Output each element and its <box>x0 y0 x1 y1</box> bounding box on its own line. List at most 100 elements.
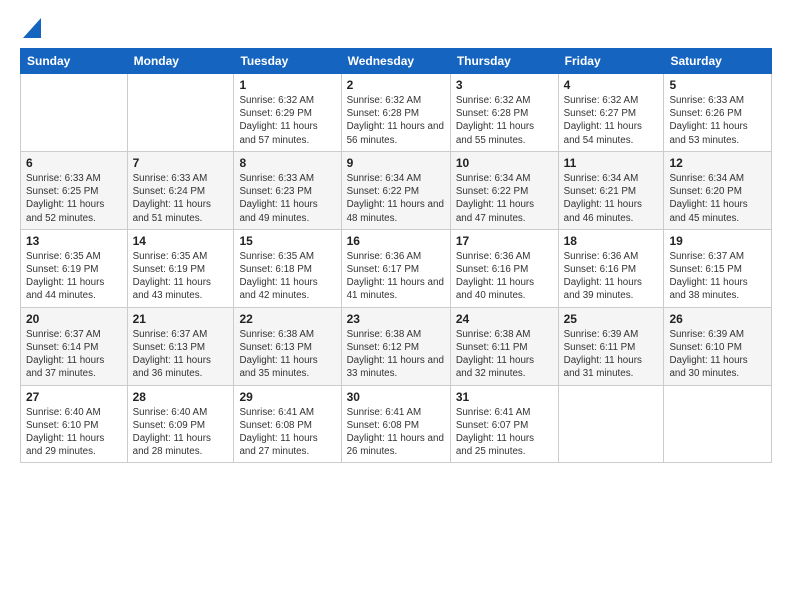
day-info: Sunrise: 6:41 AM Sunset: 6:08 PM Dayligh… <box>347 406 445 459</box>
day-number: 28 <box>133 390 229 404</box>
day-info: Sunrise: 6:40 AM Sunset: 6:09 PM Dayligh… <box>133 406 229 459</box>
day-cell: 1 Sunrise: 6:32 AM Sunset: 6:29 PM Daylig… <box>234 74 341 152</box>
day-cell: 23 Sunrise: 6:38 AM Sunset: 6:12 PM Dayli… <box>341 307 450 385</box>
day-number: 29 <box>239 390 335 404</box>
logo-icon <box>23 18 41 38</box>
day-info: Sunrise: 6:33 AM Sunset: 6:25 PM Dayligh… <box>26 172 122 225</box>
day-info: Sunrise: 6:41 AM Sunset: 6:07 PM Dayligh… <box>456 406 553 459</box>
day-number: 19 <box>669 234 766 248</box>
day-cell: 8 Sunrise: 6:33 AM Sunset: 6:23 PM Daylig… <box>234 151 341 229</box>
day-cell: 15 Sunrise: 6:35 AM Sunset: 6:18 PM Dayli… <box>234 229 341 307</box>
day-info: Sunrise: 6:34 AM Sunset: 6:21 PM Dayligh… <box>564 172 659 225</box>
day-number: 15 <box>239 234 335 248</box>
day-number: 9 <box>347 156 445 170</box>
day-info: Sunrise: 6:33 AM Sunset: 6:24 PM Dayligh… <box>133 172 229 225</box>
day-cell: 7 Sunrise: 6:33 AM Sunset: 6:24 PM Daylig… <box>127 151 234 229</box>
week-row-2: 6Sunrise: 6:33 AM Sunset: 6:25 PM Daylig… <box>21 151 772 229</box>
day-cell: 18Sunrise: 6:36 AM Sunset: 6:16 PM Dayli… <box>558 229 664 307</box>
day-cell: 21Sunrise: 6:37 AM Sunset: 6:13 PM Dayli… <box>127 307 234 385</box>
header <box>20 18 772 38</box>
week-row-5: 27 Sunrise: 6:40 AM Sunset: 6:10 PM Dayli… <box>21 385 772 463</box>
weekday-header-wednesday: Wednesday <box>341 49 450 74</box>
day-info: Sunrise: 6:36 AM Sunset: 6:17 PM Dayligh… <box>347 250 445 303</box>
weekday-header-sunday: Sunday <box>21 49 128 74</box>
day-number: 7 <box>133 156 229 170</box>
day-number: 17 <box>456 234 553 248</box>
weekday-header-saturday: Saturday <box>664 49 772 74</box>
day-number: 24 <box>456 312 553 326</box>
day-number: 26 <box>669 312 766 326</box>
day-number: 23 <box>347 312 445 326</box>
day-number: 21 <box>133 312 229 326</box>
day-number: 22 <box>239 312 335 326</box>
weekday-header-friday: Friday <box>558 49 664 74</box>
day-number: 8 <box>239 156 335 170</box>
day-info: Sunrise: 6:36 AM Sunset: 6:16 PM Dayligh… <box>456 250 553 303</box>
day-cell: 26 Sunrise: 6:39 AM Sunset: 6:10 PM Dayli… <box>664 307 772 385</box>
day-cell: 24 Sunrise: 6:38 AM Sunset: 6:11 PM Dayli… <box>450 307 558 385</box>
week-row-1: 1 Sunrise: 6:32 AM Sunset: 6:29 PM Daylig… <box>21 74 772 152</box>
day-info: Sunrise: 6:38 AM Sunset: 6:12 PM Dayligh… <box>347 328 445 381</box>
day-cell: 2 Sunrise: 6:32 AM Sunset: 6:28 PM Daylig… <box>341 74 450 152</box>
calendar-table: SundayMondayTuesdayWednesdayThursdayFrid… <box>20 48 772 463</box>
day-cell: 20Sunrise: 6:37 AM Sunset: 6:14 PM Dayli… <box>21 307 128 385</box>
day-cell: 9 Sunrise: 6:34 AM Sunset: 6:22 PM Daylig… <box>341 151 450 229</box>
day-number: 31 <box>456 390 553 404</box>
day-info: Sunrise: 6:39 AM Sunset: 6:10 PM Dayligh… <box>669 328 766 381</box>
day-info: Sunrise: 6:32 AM Sunset: 6:28 PM Dayligh… <box>456 94 553 147</box>
day-info: Sunrise: 6:34 AM Sunset: 6:20 PM Dayligh… <box>669 172 766 225</box>
day-number: 13 <box>26 234 122 248</box>
day-number: 1 <box>239 78 335 92</box>
page: SundayMondayTuesdayWednesdayThursdayFrid… <box>0 0 792 612</box>
day-info: Sunrise: 6:39 AM Sunset: 6:11 PM Dayligh… <box>564 328 659 381</box>
day-cell: 19 Sunrise: 6:37 AM Sunset: 6:15 PM Dayli… <box>664 229 772 307</box>
day-info: Sunrise: 6:33 AM Sunset: 6:23 PM Dayligh… <box>239 172 335 225</box>
day-cell: 29 Sunrise: 6:41 AM Sunset: 6:08 PM Dayli… <box>234 385 341 463</box>
day-cell: 4 Sunrise: 6:32 AM Sunset: 6:27 PM Daylig… <box>558 74 664 152</box>
day-number: 27 <box>26 390 122 404</box>
logo <box>20 18 41 38</box>
day-number: 2 <box>347 78 445 92</box>
weekday-header-tuesday: Tuesday <box>234 49 341 74</box>
day-number: 5 <box>669 78 766 92</box>
day-cell: 28 Sunrise: 6:40 AM Sunset: 6:09 PM Dayli… <box>127 385 234 463</box>
day-cell <box>127 74 234 152</box>
day-info: Sunrise: 6:34 AM Sunset: 6:22 PM Dayligh… <box>456 172 553 225</box>
day-number: 25 <box>564 312 659 326</box>
day-cell: 16Sunrise: 6:36 AM Sunset: 6:17 PM Dayli… <box>341 229 450 307</box>
day-info: Sunrise: 6:34 AM Sunset: 6:22 PM Dayligh… <box>347 172 445 225</box>
day-info: Sunrise: 6:35 AM Sunset: 6:19 PM Dayligh… <box>26 250 122 303</box>
weekday-header-thursday: Thursday <box>450 49 558 74</box>
day-cell: 3 Sunrise: 6:32 AM Sunset: 6:28 PM Daylig… <box>450 74 558 152</box>
day-cell: 5Sunrise: 6:33 AM Sunset: 6:26 PM Daylig… <box>664 74 772 152</box>
day-number: 18 <box>564 234 659 248</box>
day-cell <box>558 385 664 463</box>
day-cell: 12Sunrise: 6:34 AM Sunset: 6:20 PM Dayli… <box>664 151 772 229</box>
day-cell: 30 Sunrise: 6:41 AM Sunset: 6:08 PM Dayli… <box>341 385 450 463</box>
day-info: Sunrise: 6:40 AM Sunset: 6:10 PM Dayligh… <box>26 406 122 459</box>
day-cell: 14 Sunrise: 6:35 AM Sunset: 6:19 PM Dayli… <box>127 229 234 307</box>
day-number: 4 <box>564 78 659 92</box>
day-info: Sunrise: 6:32 AM Sunset: 6:28 PM Dayligh… <box>347 94 445 147</box>
day-number: 20 <box>26 312 122 326</box>
day-number: 30 <box>347 390 445 404</box>
day-info: Sunrise: 6:35 AM Sunset: 6:18 PM Dayligh… <box>239 250 335 303</box>
day-number: 11 <box>564 156 659 170</box>
day-info: Sunrise: 6:35 AM Sunset: 6:19 PM Dayligh… <box>133 250 229 303</box>
week-row-3: 13 Sunrise: 6:35 AM Sunset: 6:19 PM Dayli… <box>21 229 772 307</box>
day-cell: 10Sunrise: 6:34 AM Sunset: 6:22 PM Dayli… <box>450 151 558 229</box>
day-info: Sunrise: 6:37 AM Sunset: 6:15 PM Dayligh… <box>669 250 766 303</box>
day-number: 14 <box>133 234 229 248</box>
day-info: Sunrise: 6:38 AM Sunset: 6:11 PM Dayligh… <box>456 328 553 381</box>
day-cell <box>664 385 772 463</box>
day-info: Sunrise: 6:41 AM Sunset: 6:08 PM Dayligh… <box>239 406 335 459</box>
week-row-4: 20Sunrise: 6:37 AM Sunset: 6:14 PM Dayli… <box>21 307 772 385</box>
day-number: 3 <box>456 78 553 92</box>
day-cell: 25 Sunrise: 6:39 AM Sunset: 6:11 PM Dayli… <box>558 307 664 385</box>
day-cell: 17 Sunrise: 6:36 AM Sunset: 6:16 PM Dayli… <box>450 229 558 307</box>
day-cell: 31 Sunrise: 6:41 AM Sunset: 6:07 PM Dayli… <box>450 385 558 463</box>
day-info: Sunrise: 6:32 AM Sunset: 6:29 PM Dayligh… <box>239 94 335 147</box>
day-cell: 6Sunrise: 6:33 AM Sunset: 6:25 PM Daylig… <box>21 151 128 229</box>
weekday-header-row: SundayMondayTuesdayWednesdayThursdayFrid… <box>21 49 772 74</box>
day-info: Sunrise: 6:32 AM Sunset: 6:27 PM Dayligh… <box>564 94 659 147</box>
